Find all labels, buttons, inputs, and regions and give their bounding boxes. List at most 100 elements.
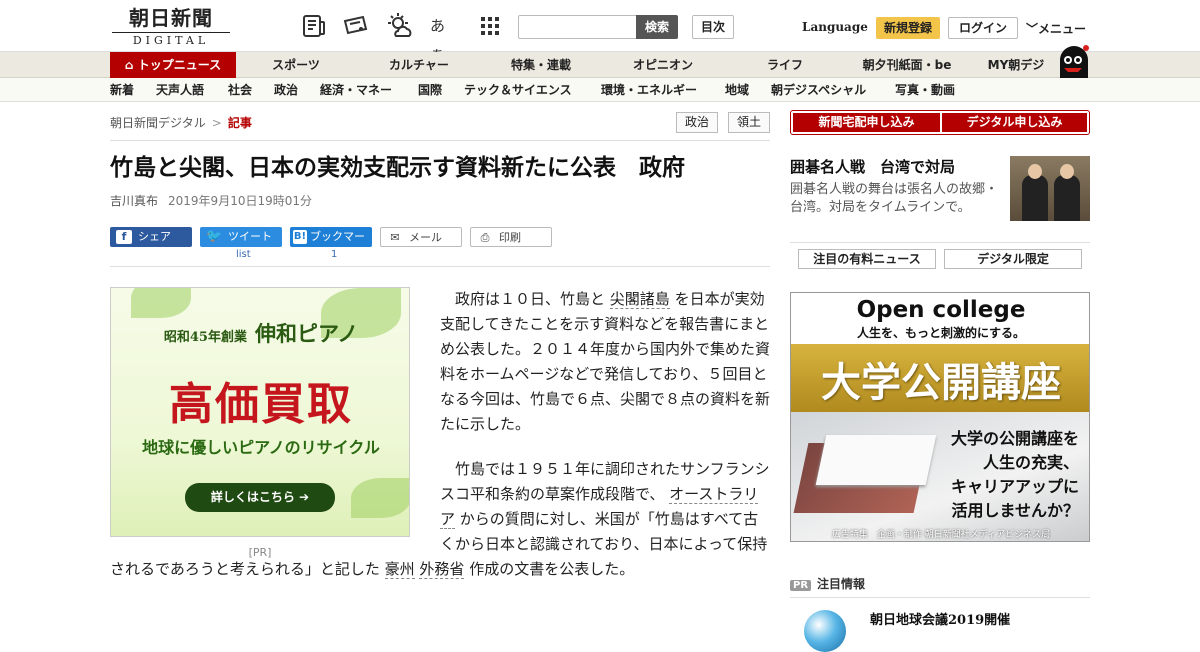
- tag-politics[interactable]: 政治: [676, 112, 718, 133]
- twitter-label: ツイート: [228, 230, 272, 243]
- person-figure: [1054, 175, 1080, 221]
- tab-digital-only[interactable]: デジタル限定: [944, 249, 1082, 269]
- divider: [110, 266, 770, 267]
- nav-culture[interactable]: カルチャー: [374, 52, 464, 78]
- text: を日本が実効支配してきたことを示す資料などを報告書にまとめ公表した。２０１４年度…: [440, 290, 771, 433]
- main-nav: ⌂ トップニュース スポーツ カルチャー 特集・連載 オピニオン ライフ 朝夕刊…: [0, 52, 1200, 78]
- pr-item-title[interactable]: 朝日地球会議2019開催: [870, 609, 1010, 628]
- article-title: 竹島と尖閣、日本の実効支配示す資料新たに公表 政府: [110, 155, 685, 181]
- subnav-international[interactable]: 国際: [418, 78, 442, 102]
- keyword-link-goshu[interactable]: 豪州: [384, 560, 415, 579]
- subnav-region[interactable]: 地域: [725, 78, 749, 102]
- divider: [790, 242, 1090, 243]
- pr-header-text: 注目情報: [817, 577, 866, 591]
- menu-button[interactable]: ﹀メニュー: [1026, 20, 1086, 37]
- subnav-new[interactable]: 新着: [110, 78, 134, 102]
- oc-footer: 広告特集 企画・制作 朝日新聞社メディアビジネス局: [831, 530, 1051, 540]
- author-name: 吉川真布: [110, 194, 159, 208]
- facebook-label: シェア: [138, 230, 171, 243]
- nav-label: トップニュース: [137, 58, 222, 72]
- text: 作成の文書を公表した。: [464, 560, 635, 578]
- chevron-down-icon: ﹀: [1026, 22, 1039, 36]
- person-head: [1060, 164, 1074, 179]
- twitter-icon: 🐦: [206, 229, 223, 244]
- twitter-count[interactable]: list: [236, 249, 251, 260]
- feature-title[interactable]: 囲碁名人戦 台湾で対局: [790, 156, 955, 177]
- hatena-bookmark-button[interactable]: B! ブックマーク: [290, 227, 372, 263]
- mail-label: メール: [409, 231, 442, 244]
- text: 政府は１０日、竹島と: [455, 290, 610, 308]
- menu-label: メニュー: [1038, 22, 1087, 36]
- digital-subscribe-button[interactable]: デジタル申し込み: [942, 113, 1087, 132]
- weather-icon[interactable]: [386, 12, 414, 40]
- newspaper-icon[interactable]: [300, 12, 328, 40]
- nav-sports[interactable]: スポーツ: [254, 52, 338, 78]
- open-college-ad[interactable]: Open college 人生を、もっと刺激的にする。 大学公開講座 大学の公開…: [790, 292, 1090, 542]
- logo-english: DIGITAL: [112, 32, 230, 47]
- keyword-link-senkaku[interactable]: 尖閣諸島: [609, 290, 670, 309]
- ad-spacer: [110, 287, 440, 557]
- logo-japanese: 朝日新聞: [129, 6, 213, 30]
- byline: 吉川真布 2019年9月10日19時01分: [110, 192, 312, 209]
- nav-features[interactable]: 特集・連載: [496, 52, 586, 78]
- site-header: 朝日新聞 DIGITAL あぁ 検索 目次 Language 新規登録 ログイン…: [0, 0, 1200, 63]
- facebook-share-button[interactable]: f シェア: [110, 227, 192, 247]
- oc-banner-text: 大学公開講座: [821, 359, 1061, 406]
- subnav-politics[interactable]: 政治: [274, 78, 298, 102]
- feature-photo[interactable]: [1010, 156, 1090, 221]
- divider: [110, 140, 770, 141]
- subscription-buttons: 新聞宅配申し込み デジタル申し込み: [790, 110, 1090, 135]
- mail-coupon-icon[interactable]: [342, 12, 370, 40]
- divider: [790, 597, 1090, 598]
- subnav-photo-video[interactable]: 写真・動画: [895, 78, 955, 102]
- article-body: 政府は１０日、竹島と 尖閣諸島 を日本が実効支配してきたことを示す資料などを報告…: [110, 287, 772, 582]
- nav-opinion[interactable]: オピニオン: [618, 52, 708, 78]
- person-figure: [1022, 175, 1048, 221]
- nav-top-news[interactable]: ⌂ トップニュース: [110, 52, 236, 78]
- oc-tagline: 人生を、もっと刺激的にする。: [856, 326, 1026, 340]
- subnav-economy[interactable]: 経済・マネー: [320, 78, 392, 102]
- search-input[interactable]: [518, 15, 638, 39]
- search-button[interactable]: 検索: [636, 15, 678, 39]
- subnav-special[interactable]: 朝デジスペシャル: [771, 78, 866, 102]
- feature-summary: 囲碁名人戦の舞台は張名人の故郷・台湾。対局をタイムラインで。: [790, 182, 999, 215]
- home-icon: ⌂: [124, 58, 138, 72]
- nav-print-edition[interactable]: 朝夕刊紙面・be: [852, 52, 962, 78]
- register-button[interactable]: 新規登録: [876, 17, 940, 39]
- keyword-link-foreign-ministry[interactable]: 外務省: [419, 560, 465, 579]
- oc-copy: 大学の公開講座を 人生の充実、 キャリアアップに 活用しませんか？: [950, 429, 1079, 520]
- tag-territory[interactable]: 領土: [728, 112, 770, 133]
- site-logo[interactable]: 朝日新聞 DIGITAL: [112, 6, 230, 48]
- facebook-icon: f: [116, 230, 132, 244]
- print-label: 印刷: [499, 231, 521, 244]
- newspaper-delivery-button[interactable]: 新聞宅配申し込み: [793, 113, 940, 132]
- index-button[interactable]: 目次: [692, 15, 734, 39]
- hatena-count[interactable]: 1: [331, 249, 337, 260]
- login-button[interactable]: ログイン: [948, 17, 1018, 39]
- subnav-environment[interactable]: 環境・エネルギー: [601, 78, 697, 102]
- oc-banner: 大学公開講座: [791, 344, 1089, 412]
- breadcrumb-current: 記事: [227, 116, 252, 130]
- breadcrumb-separator: >: [211, 116, 222, 130]
- publish-date: 2019年9月10日19時01分: [168, 194, 312, 208]
- hatena-icon: B!: [293, 230, 307, 244]
- language-link[interactable]: Language: [802, 20, 868, 34]
- subnav-society[interactable]: 社会: [228, 78, 252, 102]
- nav-life[interactable]: ライフ: [740, 52, 830, 78]
- font-size-icon[interactable]: あぁ: [430, 12, 458, 63]
- sub-nav: 新着 天声人語 社会 政治 経済・マネー 国際 テック＆サイエンス 環境・エネル…: [0, 78, 1200, 102]
- breadcrumb-root[interactable]: 朝日新聞デジタル: [110, 116, 206, 130]
- print-button[interactable]: ⎙ 印刷: [470, 227, 552, 247]
- nav-my-asahi[interactable]: MY朝デジ: [980, 52, 1052, 78]
- person-head: [1028, 164, 1042, 179]
- subnav-tech[interactable]: テック＆サイエンス: [464, 78, 572, 102]
- mail-icon: ✉: [390, 231, 400, 244]
- twitter-share-button[interactable]: 🐦 ツイート: [200, 227, 282, 247]
- oc-brand: Open college: [856, 297, 1026, 323]
- subnav-tensei[interactable]: 天声人語: [156, 78, 204, 102]
- mail-share-button[interactable]: ✉ メール: [380, 227, 462, 247]
- mascot-icon[interactable]: [1056, 44, 1092, 78]
- globe-icon: [804, 610, 846, 652]
- grid-icon[interactable]: [476, 12, 504, 40]
- tab-paid-news[interactable]: 注目の有料ニュース: [798, 249, 936, 269]
